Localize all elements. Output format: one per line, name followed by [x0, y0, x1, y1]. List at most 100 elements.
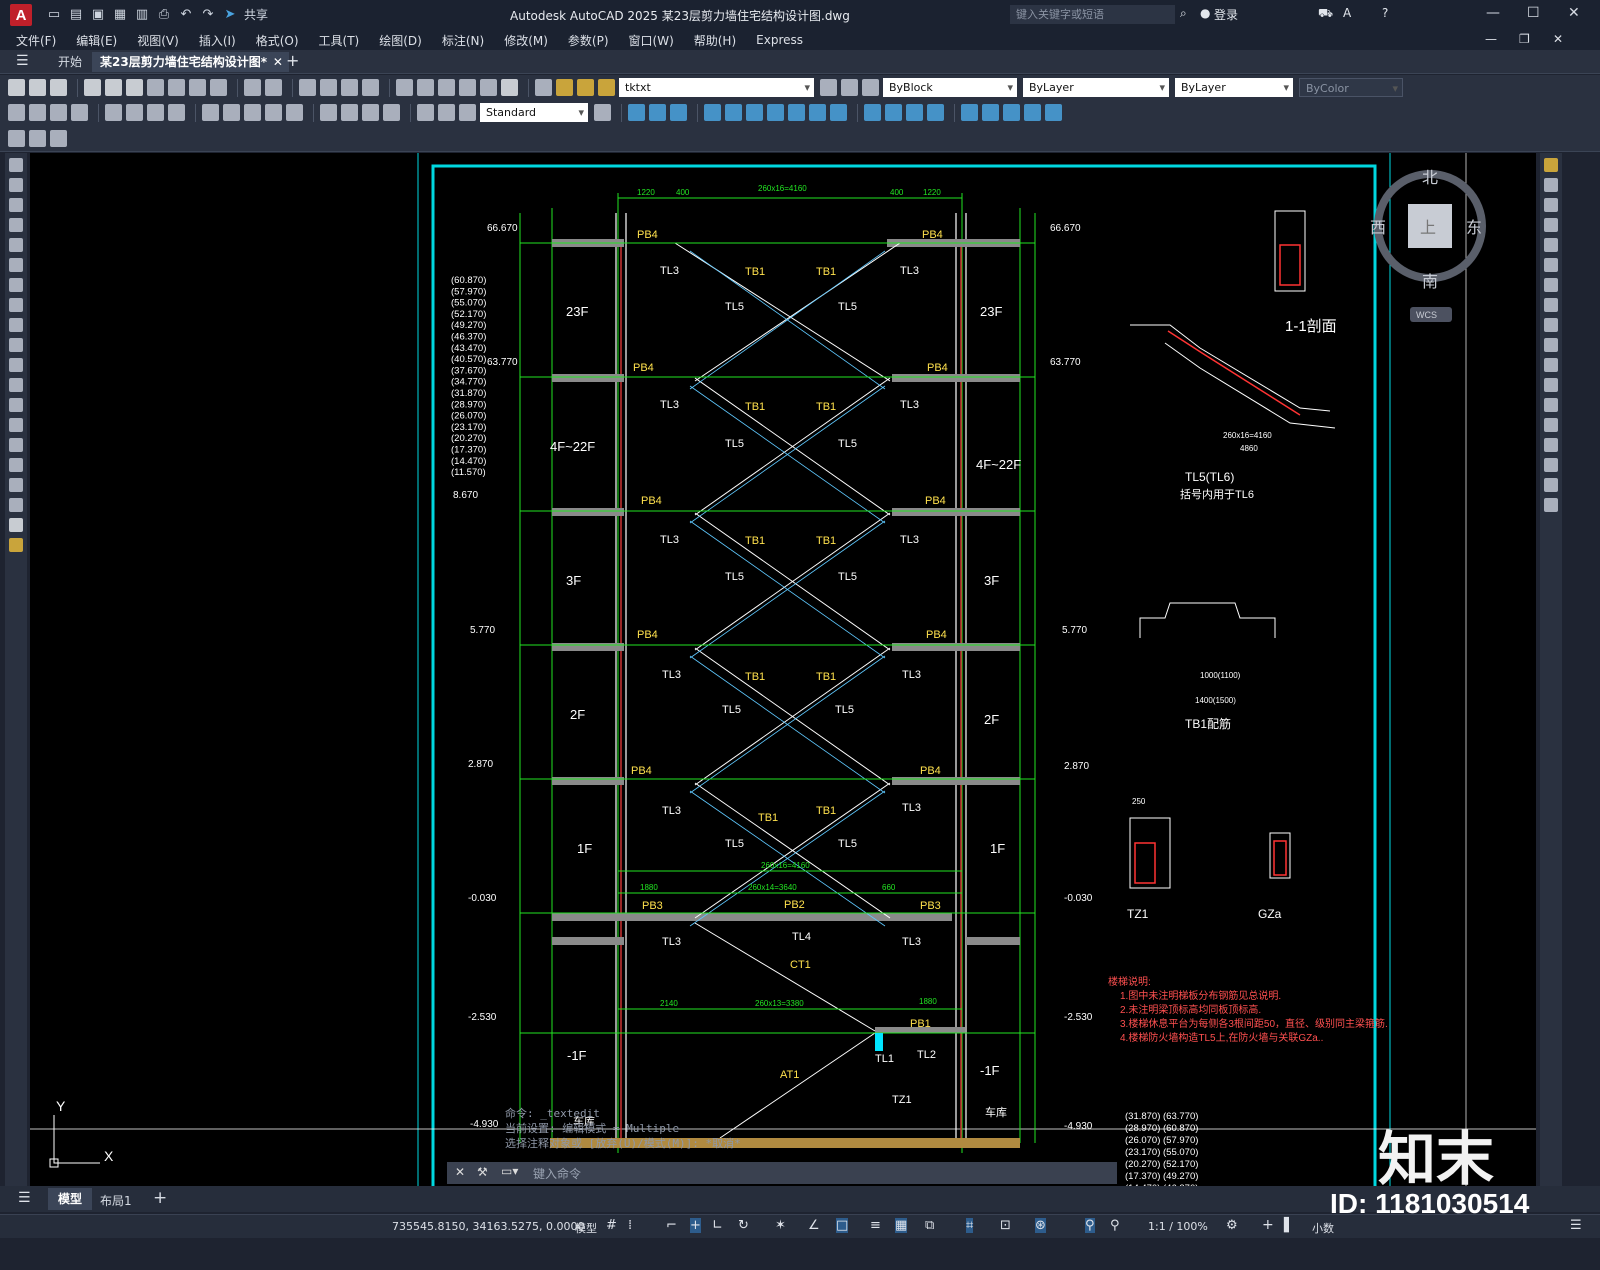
tab-document[interactable]: 某23层剪力墙住宅结构设计图* ✕ [92, 52, 289, 72]
annotation-scale[interactable]: 1:1 / 100% [1148, 1220, 1208, 1233]
menu-help[interactable]: 帮助(H) [694, 32, 736, 49]
view-back-icon[interactable] [746, 104, 763, 121]
attribute-icon[interactable] [50, 129, 67, 147]
units-icon[interactable]: ▌ [1284, 1218, 1294, 1233]
share-label[interactable]: 共享 [244, 7, 268, 23]
menu-format[interactable]: 格式(O) [256, 32, 299, 49]
layer-sun-icon[interactable] [577, 79, 594, 96]
quick-dim-icon[interactable] [202, 104, 219, 121]
dim-text-edit-icon[interactable] [438, 104, 455, 121]
plotstyle-select[interactable]: ByColor [1299, 78, 1403, 97]
dim-space-icon[interactable] [265, 104, 282, 121]
lineweight-select[interactable]: ByLayer [1175, 78, 1293, 97]
view-bottom-icon[interactable] [649, 104, 666, 121]
customize-icon[interactable]: ☰ [1570, 1218, 1582, 1233]
maximize-icon[interactable]: ☐ [1527, 5, 1540, 21]
new-icon[interactable]: ▭ [46, 7, 62, 23]
tool-palettes-icon[interactable] [438, 79, 455, 96]
view-ne-icon[interactable] [809, 104, 826, 121]
3d-osnap-icon[interactable]: ⌗ [966, 1218, 974, 1233]
design-center-icon[interactable] [417, 79, 434, 96]
baseline-icon[interactable] [223, 104, 240, 121]
tab-layout1[interactable]: 布局1 [100, 1192, 132, 1209]
minimize-icon[interactable]: — [1486, 5, 1500, 21]
visual-style-2d-icon[interactable] [864, 104, 881, 121]
insert-block-icon[interactable] [29, 129, 46, 147]
aligned-dim-icon[interactable] [29, 104, 46, 121]
auto-scale-icon[interactable]: ⚲ [1110, 1218, 1120, 1233]
add-layout-icon[interactable]: + [153, 1188, 167, 1208]
linetype-select[interactable]: ByLayer [1023, 78, 1169, 97]
undo-icon[interactable] [244, 79, 261, 96]
viewcube-top[interactable]: 上 [1420, 219, 1436, 237]
layer-states-icon[interactable] [862, 79, 879, 96]
continue-icon[interactable] [244, 104, 261, 121]
tab-model[interactable]: 模型 [48, 1188, 93, 1210]
hamburger-menu-icon[interactable]: ☰ [16, 53, 29, 69]
sheet-set-icon[interactable] [459, 79, 476, 96]
pan-icon[interactable] [299, 79, 316, 96]
ucs-world-icon[interactable] [982, 104, 999, 121]
trim-icon[interactable] [1544, 338, 1558, 352]
arc-icon[interactable] [9, 258, 23, 272]
paste-icon[interactable] [189, 79, 206, 96]
undo-icon[interactable]: ↶ [178, 7, 194, 23]
table-icon[interactable] [9, 498, 23, 512]
fillet-icon[interactable] [1544, 458, 1558, 472]
save-as-icon[interactable]: ▦ [112, 7, 128, 23]
line-icon[interactable] [9, 158, 23, 172]
dim-update-icon[interactable] [459, 104, 476, 121]
open-icon[interactable] [29, 79, 46, 96]
view-nw-icon[interactable] [830, 104, 847, 121]
visual-style-hidden-icon[interactable] [906, 104, 923, 121]
menu-draw[interactable]: 绘图(D) [379, 32, 422, 49]
viewcube-west[interactable]: 西 [1370, 220, 1386, 237]
menu-modify[interactable]: 修改(M) [504, 32, 548, 49]
plot-icon[interactable] [84, 79, 101, 96]
selection-filter-icon[interactable]: ⊛ [1035, 1218, 1046, 1233]
help-icon[interactable] [501, 79, 518, 96]
grid-icon[interactable]: # [606, 1218, 617, 1233]
login-link[interactable]: 登录 [1214, 6, 1238, 23]
polyline-icon[interactable] [9, 198, 23, 212]
drawing-canvas[interactable]: 66.670 63.770 8.670 5.770 2.870 -0.030 -… [30, 153, 1536, 1186]
viewcube-north[interactable]: 北 [1422, 169, 1438, 187]
dynamic-ucs-icon[interactable]: ⊡ [1000, 1218, 1011, 1233]
annotation-visibility-icon[interactable]: ⚲ [1085, 1218, 1095, 1233]
ucs-previous-icon[interactable] [1003, 104, 1020, 121]
polygon-icon[interactable] [9, 218, 23, 232]
circle-icon[interactable] [9, 278, 23, 292]
break-at-point-icon[interactable] [1544, 378, 1558, 392]
match-properties-icon[interactable] [210, 79, 227, 96]
viewcube[interactable]: 上 北 南 东 西 WCS [1370, 169, 1486, 322]
zoom-previous-icon[interactable] [362, 79, 379, 96]
layer-lock-icon[interactable] [598, 79, 615, 96]
chamfer-icon[interactable] [1544, 438, 1558, 452]
cut-icon[interactable] [147, 79, 164, 96]
view-top-icon[interactable] [628, 104, 645, 121]
menu-dimension[interactable]: 标注(N) [442, 32, 484, 49]
workspace-gear-icon[interactable]: ⚙ [1226, 1218, 1238, 1233]
snap-icon[interactable]: ⁞ [628, 1218, 632, 1233]
insert-block-icon[interactable] [9, 378, 23, 392]
save-icon[interactable]: ▣ [90, 7, 106, 23]
move-icon[interactable] [1544, 258, 1558, 272]
linear-dim-icon[interactable] [8, 104, 25, 121]
object-snap-tracking-icon[interactable]: ∠ [808, 1218, 820, 1233]
center-mark-icon[interactable] [341, 104, 358, 121]
cart-icon[interactable]: ⛟ [1318, 6, 1333, 22]
annotation-monitor-icon[interactable]: + [1262, 1217, 1274, 1233]
ellipse-icon[interactable] [9, 338, 23, 352]
arc-length-icon[interactable] [50, 104, 67, 121]
selection-cycling-icon[interactable]: ⧉ [925, 1218, 934, 1233]
point-icon[interactable] [9, 418, 23, 432]
gradient-icon[interactable] [9, 458, 23, 472]
isodraft-icon[interactable]: ✶ [775, 1218, 786, 1233]
dim-style-icon[interactable] [594, 104, 611, 121]
make-current-icon[interactable] [820, 79, 837, 96]
color-select[interactable]: ByBlock [883, 78, 1017, 97]
doc-minimize-icon[interactable]: — [1485, 32, 1497, 46]
command-prompt-icon[interactable]: ▭▾ [501, 1164, 518, 1178]
visual-style-3d-icon[interactable] [885, 104, 902, 121]
user-icon[interactable]: ● [1200, 6, 1210, 20]
